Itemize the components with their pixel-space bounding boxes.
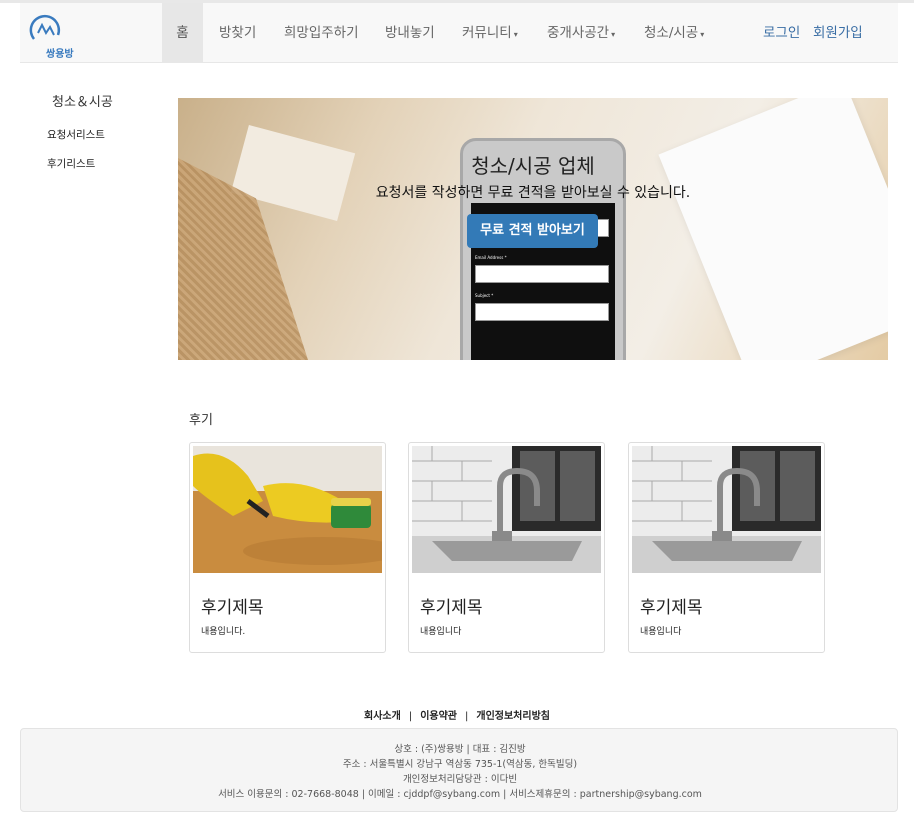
nav-cleaning-dropdown[interactable]: 청소/시공 ▾ (644, 3, 704, 63)
footer-link-terms[interactable]: 이용약관 (420, 711, 457, 722)
house-logo-icon (29, 14, 61, 40)
nav-home[interactable]: 홈 (162, 3, 203, 63)
sidebar-item-review-list[interactable]: 후기리스트 (47, 156, 95, 171)
sink-faucet-image (632, 446, 821, 573)
nav-hope-move-in[interactable]: 희망입주하기 (284, 3, 359, 63)
footer-info-box: 상호 : (주)쌍용방 | 대표 : 김진방 주소 : 서울특별시 강남구 역삼… (20, 728, 898, 812)
nav-label: 방찾기 (219, 25, 257, 41)
phone-label: Email Address * (475, 255, 507, 260)
signup-link[interactable]: 회원가입 (813, 3, 863, 63)
nav-label: 중개사공간 (547, 25, 610, 41)
nav-agent-space-dropdown[interactable]: 중개사공간 ▾ (547, 3, 615, 63)
review-text: 내용입니다 (420, 627, 462, 637)
free-estimate-button[interactable]: 무료 견적 받아보기 (467, 214, 598, 248)
phone-label: Subject * (475, 293, 494, 298)
review-image-sink (632, 446, 821, 573)
reviews-heading: 후기 (189, 413, 213, 428)
phone-field (475, 303, 609, 321)
caret-down-icon: ▾ (700, 30, 705, 39)
nav-label: 커뮤니티 (462, 25, 512, 41)
sidebar-title: 청소＆시공 (52, 95, 113, 110)
footer-link-about[interactable]: 회사소개 (364, 711, 401, 722)
logo[interactable]: 쌍용방 (28, 11, 88, 60)
review-card[interactable]: 후기제목 내용입니다 (628, 442, 825, 653)
review-image-sink (412, 446, 601, 573)
review-text: 내용입니다 (640, 627, 682, 637)
navbar: 쌍용방 홈 방찾기 희망입주하기 방내놓기 커뮤니티 ▾ 중개사공간 ▾ 청소/시공… (20, 3, 898, 63)
nav-label: 청소/시공 (644, 25, 699, 41)
hero-subtitle: 요청서를 작성하면 무료 견적을 받아보실 수 있습니다. (375, 185, 691, 201)
review-card[interactable]: 후기제목 내용입니다 (408, 442, 605, 653)
footer-link-privacy[interactable]: 개인정보처리방침 (476, 711, 550, 722)
hero-banner: First Name Last Name Email Address * Sub… (178, 98, 888, 360)
hero-title: 청소/시공 업체 (471, 154, 595, 178)
hero-decor-paper (658, 98, 888, 360)
footer-contact-line: 서비스 이용문의 : 02-7668-8048 | 이메일 : cjddpf@s… (218, 789, 702, 800)
review-title: 후기제목 (201, 598, 264, 618)
footer-links: 회사소개 | 이용약관 | 개인정보처리방침 (0, 707, 914, 722)
sidebar-item-request-list[interactable]: 요청서리스트 (47, 127, 105, 142)
nav-label: 방내놓기 (385, 25, 435, 41)
review-card[interactable]: 후기제목 내용입니다. (189, 442, 386, 653)
footer-separator: | (408, 711, 413, 722)
phone-field (475, 265, 609, 283)
caret-down-icon: ▾ (513, 30, 518, 39)
footer-company-line: 상호 : (주)쌍용방 | 대표 : 김진방 (394, 744, 526, 755)
footer-separator: | (465, 711, 469, 722)
nav-find-room[interactable]: 방찾기 (219, 3, 256, 63)
nav-label: 희망입주하기 (284, 25, 359, 41)
logo-text: 쌍용방 (46, 49, 74, 60)
review-text: 내용입니다. (201, 627, 246, 637)
footer-privacy-officer-line: 개인정보처리담당관 : 이다빈 (402, 774, 518, 785)
nav-community-dropdown[interactable]: 커뮤니티 ▾ (462, 3, 518, 63)
caret-down-icon: ▾ (611, 30, 616, 39)
nav-label: 홈 (176, 25, 189, 41)
cleaning-gloves-image (193, 446, 382, 573)
footer-address-line: 주소 : 서울특별시 강남구 역삼동 735-1(역삼동, 한독빌딩) (342, 759, 578, 770)
review-title: 후기제목 (640, 598, 703, 618)
sink-faucet-image (412, 446, 601, 573)
login-link[interactable]: 로그인 (763, 3, 800, 63)
review-image-cleaning (193, 446, 382, 573)
nav-list-room[interactable]: 방내놓기 (385, 3, 435, 63)
review-title: 후기제목 (420, 598, 483, 618)
